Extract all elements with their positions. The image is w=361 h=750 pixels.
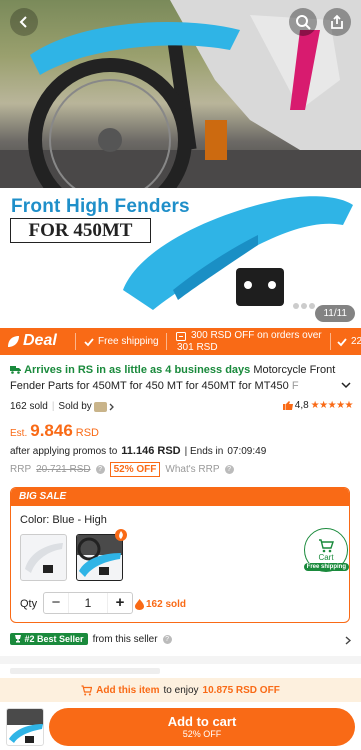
chevron-right-icon[interactable] <box>345 636 351 645</box>
price-currency: RSD <box>75 427 100 439</box>
sold-count: 162 sold <box>10 401 48 412</box>
best-seller-row[interactable]: #2 Best Seller from this seller ? <box>10 633 355 645</box>
deal-separator <box>166 333 167 350</box>
trophy-icon <box>15 635 21 643</box>
flame-icon <box>135 599 144 610</box>
help-icon[interactable]: ? <box>162 634 172 644</box>
add-promo-prefix: Add this item <box>96 684 160 696</box>
search-icon <box>296 15 311 30</box>
deal-promo-line2: 301 RSD <box>177 342 218 353</box>
seller-logo <box>93 401 107 412</box>
deal-logo: Deal <box>7 332 57 350</box>
deal-free-shipping-label: Free shipping <box>98 336 159 347</box>
color-label: Color: Blue - High <box>20 514 107 526</box>
help-icon[interactable]: ? <box>224 465 234 474</box>
add-item-promo-banner: Add this item to enjoy 10.875 RSD OFF <box>0 678 361 702</box>
leaf-icon <box>8 335 19 347</box>
deal-promo: 300 RSD OFF on orders over 301 RSD <box>177 330 322 354</box>
sold-by-label: Sold by <box>58 401 92 412</box>
search-button[interactable] <box>289 8 317 36</box>
cart-bubble-label: Cart <box>318 552 334 562</box>
back-button[interactable] <box>10 8 38 36</box>
deal-separator <box>330 333 331 350</box>
qty-decrement-button[interactable]: − <box>44 593 68 613</box>
ends-label: | Ends in <box>184 445 224 457</box>
best-seller-text: from this seller <box>92 633 158 645</box>
bottom-action-bar: Add to cart 52% OFF <box>0 702 361 750</box>
add-to-cart-button[interactable]: Add to cart 52% OFF <box>49 708 355 746</box>
free-shipping-tag: Free shipping <box>303 563 349 571</box>
blue-fender-thumb <box>77 535 122 577</box>
sold-badge-text: 162 sold <box>146 599 187 610</box>
hot-badge-icon <box>115 529 127 541</box>
big-sale-card: BIG SALE Color: Blue - High Cart Free sh… <box>10 487 350 623</box>
deal-bar[interactable]: Deal Free shipping 300 RSD OFF on orders… <box>0 328 361 355</box>
cart-plus-icon <box>81 684 93 695</box>
chevron-left-icon <box>19 16 27 28</box>
image-page-indicator: 11/11 <box>315 305 355 322</box>
add-promo-mid: to enjoy <box>163 684 199 696</box>
arrival-text: Arrives in RS in as little as 4 business… <box>24 364 251 376</box>
qty-label: Qty <box>20 598 38 610</box>
price-row: Est. 9.846 RSD <box>10 421 99 441</box>
deal-separator <box>75 333 76 350</box>
promo-row: after applying promos to 11.146 RSD | En… <box>10 445 266 457</box>
share-button[interactable] <box>323 8 351 36</box>
deal-free-shipping: Free shipping <box>84 328 159 355</box>
section-divider <box>0 656 361 664</box>
product-image-gallery[interactable]: Front High Fenders FOR 450MT 11/11 <box>0 0 361 328</box>
chevron-down-icon[interactable] <box>341 380 351 390</box>
selected-variant-thumbnail[interactable] <box>6 708 44 746</box>
price-value: 9.846 <box>30 421 73 440</box>
cart-icon <box>319 538 334 552</box>
quantity-stepper[interactable]: − 1 + <box>43 592 133 614</box>
check-icon <box>84 337 94 346</box>
best-seller-tag: #2 Best Seller <box>10 633 88 645</box>
deal-next-label: 220 <box>351 336 361 347</box>
promo-value: 11.146 RSD <box>121 445 181 457</box>
truck-icon <box>10 366 21 374</box>
color-option-blue[interactable] <box>76 534 123 581</box>
deal-next-item: 220 <box>337 328 361 355</box>
help-icon[interactable]: ? <box>95 465 105 474</box>
best-seller-tag-text: #2 Best Seller <box>24 634 84 644</box>
chevron-right-icon <box>109 403 114 410</box>
add-to-cart-label: Add to cart <box>167 714 237 729</box>
discount-badge: 52% OFF <box>109 462 161 477</box>
rrp-label: RRP <box>10 464 32 475</box>
whats-rrp-link[interactable]: What's RRP <box>165 464 219 475</box>
ends-timer: 07:09:49 <box>227 445 267 457</box>
color-option-white[interactable] <box>20 534 67 581</box>
meta-divider: | <box>51 401 55 412</box>
qty-value[interactable]: 1 <box>68 593 108 613</box>
share-icon <box>331 14 343 29</box>
rrp-row: RRP 20.721 RSD ? 52% OFF What's RRP ? <box>10 462 234 477</box>
check-icon <box>337 337 347 346</box>
product-thumb-image <box>7 709 43 743</box>
add-promo-value: 10.875 RSD OFF <box>202 684 280 696</box>
rrp-value: 20.721 RSD <box>36 464 91 475</box>
rating-stars: ★★★★★ <box>310 400 354 411</box>
product-title[interactable]: Arrives in RS in as little as 4 business… <box>10 362 340 394</box>
qty-increment-button[interactable]: + <box>108 593 132 613</box>
rating-value: 4,8 <box>294 400 309 411</box>
thumbs-up-icon <box>282 401 293 410</box>
deal-promo-line1: 300 RSD OFF on orders over <box>191 330 322 341</box>
add-to-cart-discount: 52% OFF <box>182 729 222 739</box>
partial-content-row <box>10 668 160 674</box>
sold-badge: 162 sold <box>135 599 186 610</box>
price-est-label: Est. <box>10 428 28 439</box>
big-sale-header: BIG SALE <box>11 488 349 506</box>
deal-logo-text: Deal <box>23 332 57 349</box>
white-fender-thumb <box>25 543 63 573</box>
product-title-fade: F <box>288 380 299 392</box>
rating[interactable]: 4,8 ★★★★★ <box>282 400 354 411</box>
promo-prefix: after applying promos to <box>10 445 118 457</box>
